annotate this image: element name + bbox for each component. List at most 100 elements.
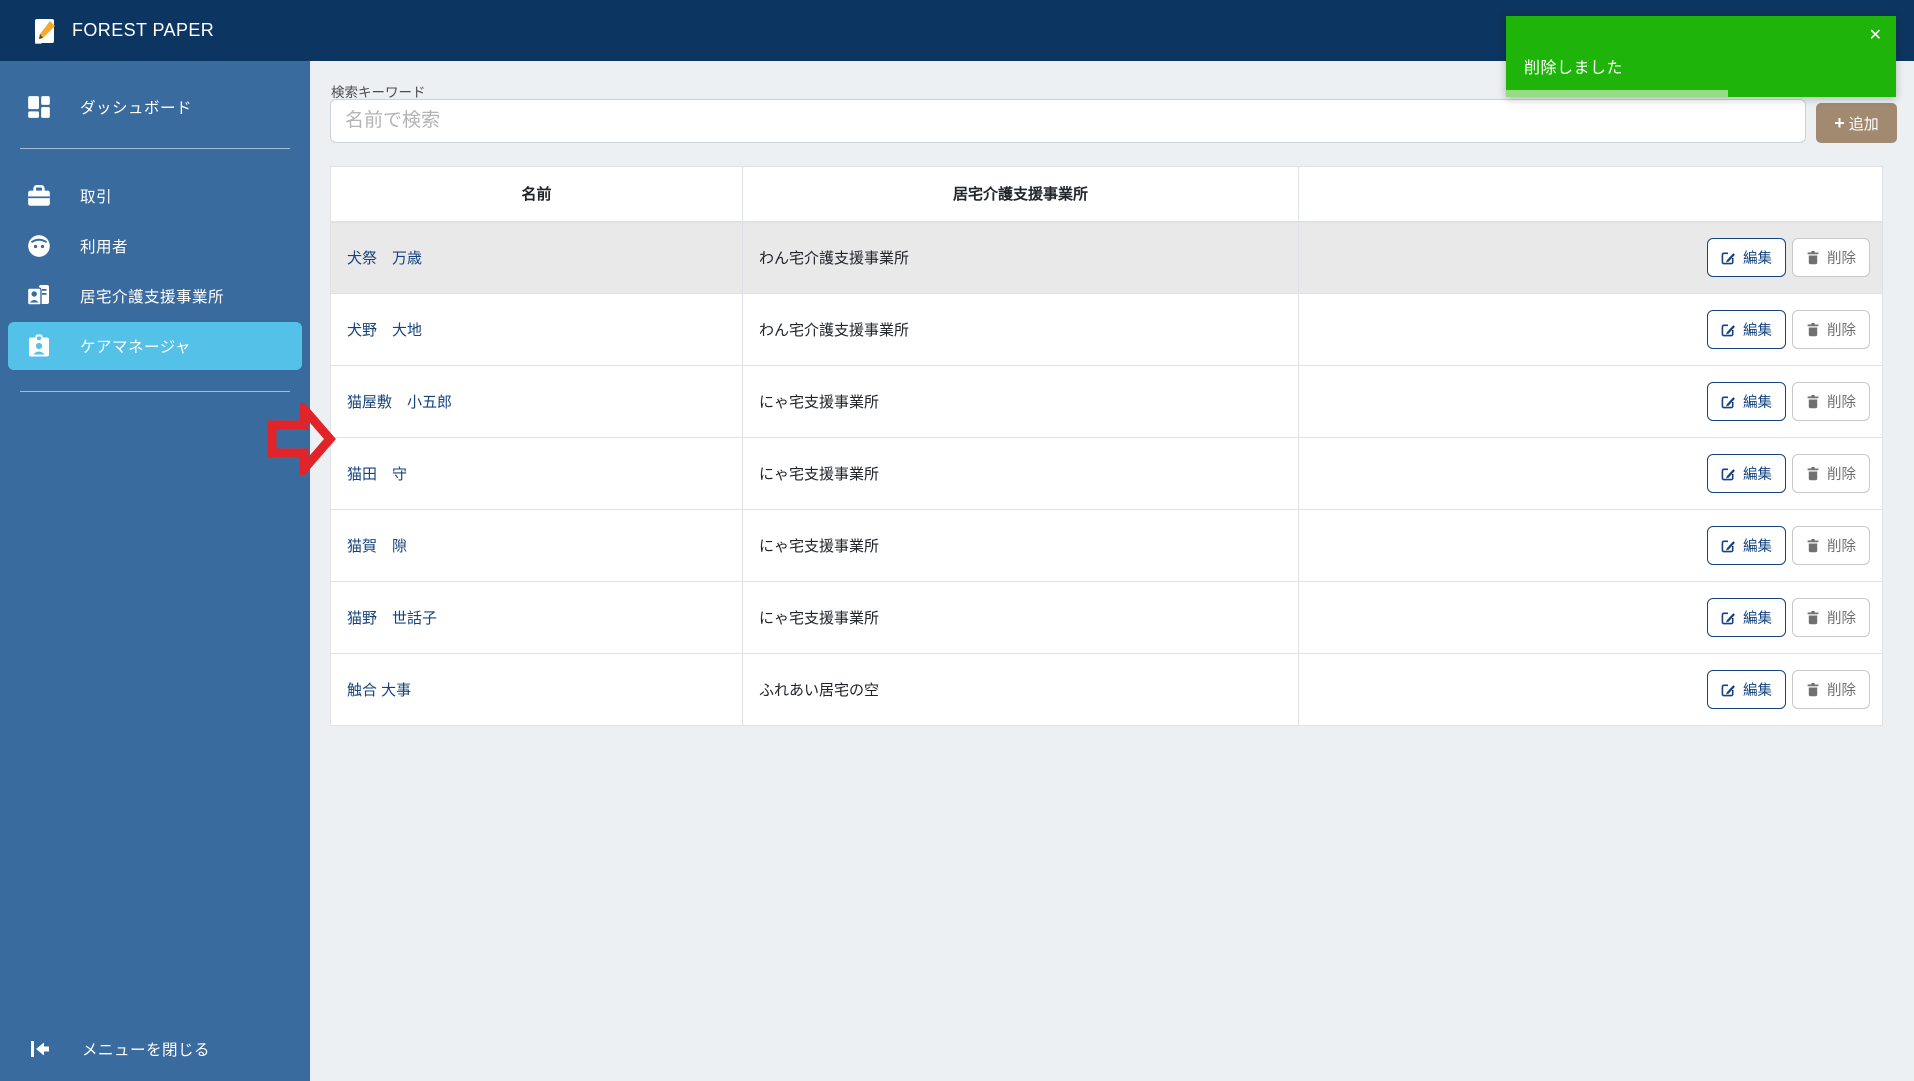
sidebar-item-label: 取引	[80, 189, 113, 206]
edit-button-label: 編集	[1743, 395, 1772, 411]
trash-icon	[1807, 322, 1819, 337]
table-row: 犬野 大地 わん宅介護支援事業所 編集 削除	[330, 293, 1883, 366]
search-input[interactable]	[330, 99, 1806, 143]
row-actions: 編集 削除	[1298, 365, 1883, 438]
delete-button-label: 削除	[1827, 539, 1856, 555]
row-name[interactable]: 犬祭 万歳	[330, 221, 743, 294]
sidebar-item-transactions[interactable]: 取引	[8, 172, 302, 220]
trash-icon	[1807, 466, 1819, 481]
row-actions: 編集 削除	[1298, 437, 1883, 510]
delete-button[interactable]: 削除	[1792, 526, 1870, 565]
sidebar-item-dashboard[interactable]: ダッシュボード	[8, 83, 302, 131]
row-office: にゃ宅支援事業所	[742, 437, 1299, 510]
delete-button[interactable]: 削除	[1792, 454, 1870, 493]
edit-pencil-icon	[1721, 468, 1735, 481]
edit-button-label: 編集	[1743, 251, 1772, 268]
sidebar-item-care-manager[interactable]: ケアマネージャ	[8, 322, 302, 370]
add-button[interactable]: + 追加	[1816, 103, 1897, 143]
sidebar-item-users[interactable]: 利用者	[8, 222, 302, 270]
header-actions	[1298, 166, 1883, 223]
sidebar-item-label: 利用者	[80, 239, 129, 256]
delete-button-label: 削除	[1827, 611, 1856, 627]
sidebar-item-label: ダッシュボード	[80, 100, 193, 117]
toast-notification: 削除しました ✕	[1506, 16, 1896, 97]
row-actions: 編集 削除	[1298, 509, 1883, 582]
row-office: にゃ宅支援事業所	[742, 581, 1299, 654]
row-office: ふれあい居宅の空	[742, 653, 1299, 726]
edit-pencil-icon	[1721, 252, 1735, 265]
add-button-label: 追加	[1848, 115, 1879, 133]
table-row: 猫野 世話子 にゃ宅支援事業所 編集 削除	[330, 581, 1883, 654]
table-header-row: 名前 居宅介護支援事業所	[330, 166, 1883, 223]
edit-button[interactable]: 編集	[1707, 382, 1786, 421]
plus-icon: +	[1834, 113, 1845, 133]
sidebar-close-menu[interactable]: メニューを閉じる	[8, 1025, 302, 1073]
row-name[interactable]: 触合 大事	[330, 653, 743, 726]
header-name: 名前	[330, 166, 743, 223]
briefcase-icon	[26, 183, 52, 209]
edit-pencil-icon	[1721, 684, 1735, 697]
trash-icon	[1807, 682, 1819, 697]
trash-icon	[1807, 538, 1819, 553]
sidebar-divider	[20, 148, 290, 149]
care-manager-badge-icon	[26, 333, 52, 359]
edit-button[interactable]: 編集	[1707, 454, 1786, 493]
table-row: 猫屋敷 小五郎 にゃ宅支援事業所 編集 削除	[330, 365, 1883, 438]
delete-button[interactable]: 削除	[1792, 598, 1870, 637]
row-actions: 編集 削除	[1298, 293, 1883, 366]
sidebar: ダッシュボード 取引 利用者 居宅介護支援事業所 ケアマネージャ メニューを閉じ…	[0, 61, 310, 1081]
delete-button[interactable]: 削除	[1792, 382, 1870, 421]
edit-button-label: 編集	[1743, 683, 1772, 699]
table-row: 猫賀 隙 にゃ宅支援事業所 編集 削除	[330, 509, 1883, 582]
edit-button[interactable]: 編集	[1707, 670, 1786, 709]
row-office: にゃ宅支援事業所	[742, 509, 1299, 582]
sidebar-divider	[20, 391, 290, 392]
row-office: にゃ宅支援事業所	[742, 365, 1299, 438]
edit-button[interactable]: 編集	[1707, 310, 1786, 349]
memo-logo-icon	[30, 16, 60, 46]
delete-button-label: 削除	[1827, 467, 1856, 483]
sidebar-item-care-offices[interactable]: 居宅介護支援事業所	[8, 272, 302, 320]
row-actions: 編集 削除	[1298, 653, 1883, 726]
row-actions: 編集 削除	[1298, 581, 1883, 654]
toast-close-icon[interactable]: ✕	[1869, 25, 1882, 45]
row-office: わん宅介護支援事業所	[742, 221, 1299, 294]
row-name[interactable]: 猫田 守	[330, 437, 743, 510]
care-manager-table: 名前 居宅介護支援事業所 犬祭 万歳 わん宅介護支援事業所 編集 削除 犬野 大…	[330, 166, 1883, 726]
delete-button-label: 削除	[1827, 683, 1856, 699]
search-label: 検索キーワード	[331, 85, 426, 100]
edit-button-label: 編集	[1743, 539, 1772, 555]
row-name[interactable]: 猫賀 隙	[330, 509, 743, 582]
table-body: 犬祭 万歳 わん宅介護支援事業所 編集 削除 犬野 大地 わん宅介護支援事業所	[330, 221, 1883, 726]
header-office: 居宅介護支援事業所	[742, 166, 1299, 223]
row-office: わん宅介護支援事業所	[742, 293, 1299, 366]
delete-button[interactable]: 削除	[1792, 238, 1870, 278]
edit-button-label: 編集	[1743, 611, 1772, 627]
row-name[interactable]: 犬野 大地	[330, 293, 743, 366]
delete-button-label: 削除	[1827, 323, 1856, 339]
table-row: 犬祭 万歳 わん宅介護支援事業所 編集 削除	[330, 221, 1883, 294]
edit-button[interactable]: 編集	[1707, 238, 1786, 278]
app-title: FOREST PAPER	[72, 20, 215, 40]
sidebar-item-label: 居宅介護支援事業所	[80, 289, 225, 306]
edit-button[interactable]: 編集	[1707, 598, 1786, 637]
toast-progress-bar	[1506, 90, 1729, 97]
edit-button-label: 編集	[1743, 467, 1772, 483]
delete-button[interactable]: 削除	[1792, 670, 1870, 709]
delete-button[interactable]: 削除	[1792, 310, 1870, 349]
row-actions: 編集 削除	[1298, 221, 1883, 294]
user-face-icon	[26, 233, 52, 259]
row-name[interactable]: 猫屋敷 小五郎	[330, 365, 743, 438]
table-row: 触合 大事 ふれあい居宅の空 編集 削除	[330, 653, 1883, 726]
edit-button[interactable]: 編集	[1707, 526, 1786, 565]
office-contacts-icon	[26, 283, 52, 309]
trash-icon	[1807, 394, 1819, 409]
toast-message: 削除しました	[1524, 60, 1624, 77]
edit-pencil-icon	[1721, 396, 1735, 409]
edit-button-label: 編集	[1743, 323, 1772, 339]
red-arrow-annotation	[267, 403, 336, 475]
row-name[interactable]: 猫野 世話子	[330, 581, 743, 654]
collapse-menu-icon	[28, 1037, 52, 1061]
edit-pencil-icon	[1721, 324, 1735, 337]
dashboard-icon	[26, 94, 52, 120]
